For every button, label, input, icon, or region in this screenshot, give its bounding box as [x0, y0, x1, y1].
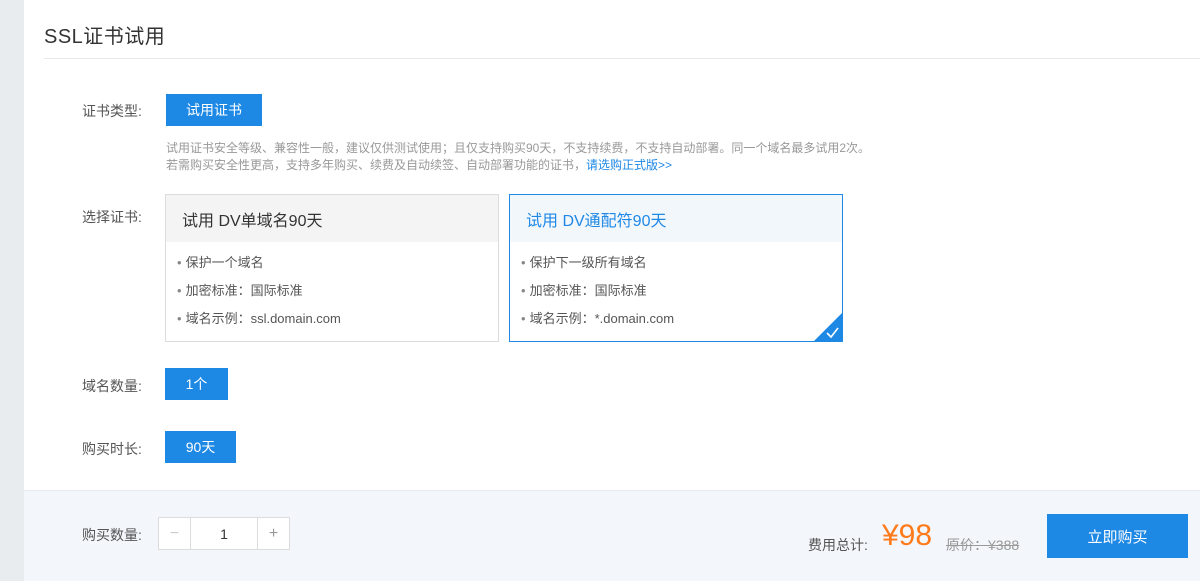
cert-description: 试用证书安全等级、兼容性一般，建议仅供测试使用；且仅支持购买90天，不支持续费，… — [166, 140, 870, 174]
cert-card-features: • 保护下一级所有域名 • 加密标准：国际标准 • 域名示例：*.domain.com — [510, 242, 842, 334]
select-cert-label: 选择证书: — [82, 209, 142, 225]
cert-type-label: 证书类型: — [82, 103, 142, 119]
cert-card-title: 试用 DV单域名90天 — [166, 195, 498, 242]
trial-cert-button[interactable]: 试用证书 — [166, 94, 262, 126]
feature-text: 保护下一级所有域名 — [529, 255, 647, 270]
quantity-label: 购买数量: — [82, 527, 142, 543]
feature-text: 域名示例：ssl.domain.com — [185, 311, 341, 326]
feature-text: 域名示例：*.domain.com — [529, 311, 675, 326]
cert-card-title: 试用 DV通配符90天 — [510, 195, 842, 242]
feature-item: • 域名示例：*.domain.com — [521, 311, 675, 326]
feature-item: • 加密标准：国际标准 — [177, 283, 303, 298]
description-line-1: 试用证书安全等级、兼容性一般，建议仅供测试使用；且仅支持购买90天，不支持续费，… — [166, 141, 871, 155]
domain-count-button[interactable]: 1个 — [165, 368, 228, 400]
quantity-input[interactable] — [191, 518, 257, 549]
purchase-bar: 购买数量: − + 费用总计: ¥98 原价：¥388 立即购买 — [24, 490, 1200, 581]
duration-label: 购买时长: — [82, 441, 142, 457]
feature-item: • 保护一个域名 — [177, 255, 264, 270]
total-price: ¥98 — [882, 519, 933, 552]
feature-text: 加密标准：国际标准 — [529, 283, 647, 298]
cert-card-dv-wildcard[interactable]: 试用 DV通配符90天 • 保护下一级所有域名 • 加密标准：国际标准 • 域名示例：… — [509, 194, 843, 342]
decrease-button[interactable]: − — [159, 518, 191, 549]
buy-now-button[interactable]: 立即购买 — [1047, 514, 1188, 558]
increase-button[interactable]: + — [257, 518, 289, 549]
description-line-2: 若需购买安全性更高，支持多年购买、续费及自动续签、自动部署功能的证书，请选购正式… — [166, 157, 870, 174]
description-line-2-text: 若需购买安全性更高，支持多年购买、续费及自动续签、自动部署功能的证书， — [166, 158, 587, 172]
total-cost-label: 费用总计: — [808, 537, 868, 553]
page-title: SSL证书试用 — [44, 26, 166, 48]
feature-item: • 保护下一级所有域名 — [521, 255, 647, 270]
feature-item: • 域名示例：ssl.domain.com — [177, 311, 341, 326]
duration-button[interactable]: 90天 — [165, 431, 236, 463]
original-price: 原价：¥388 — [946, 537, 1020, 553]
quantity-stepper: − + — [158, 517, 290, 550]
cert-card-features: • 保护一个域名 • 加密标准：国际标准 • 域名示例：ssl.domain.com — [166, 242, 498, 334]
main-panel: SSL证书试用 证书类型: 试用证书 试用证书安全等级、兼容性一般，建议仅供测试… — [24, 0, 1200, 581]
domain-count-label: 域名数量: — [82, 378, 142, 394]
selected-check-icon — [814, 313, 842, 341]
title-divider — [44, 58, 1200, 59]
feature-text: 加密标准：国际标准 — [185, 283, 303, 298]
buy-official-link[interactable]: 请选购正式版>> — [586, 158, 672, 172]
cert-card-dv-single[interactable]: 试用 DV单域名90天 • 保护一个域名 • 加密标准：国际标准 • 域名示例：ssl… — [165, 194, 499, 342]
feature-text: 保护一个域名 — [185, 255, 264, 270]
feature-item: • 加密标准：国际标准 — [521, 283, 647, 298]
